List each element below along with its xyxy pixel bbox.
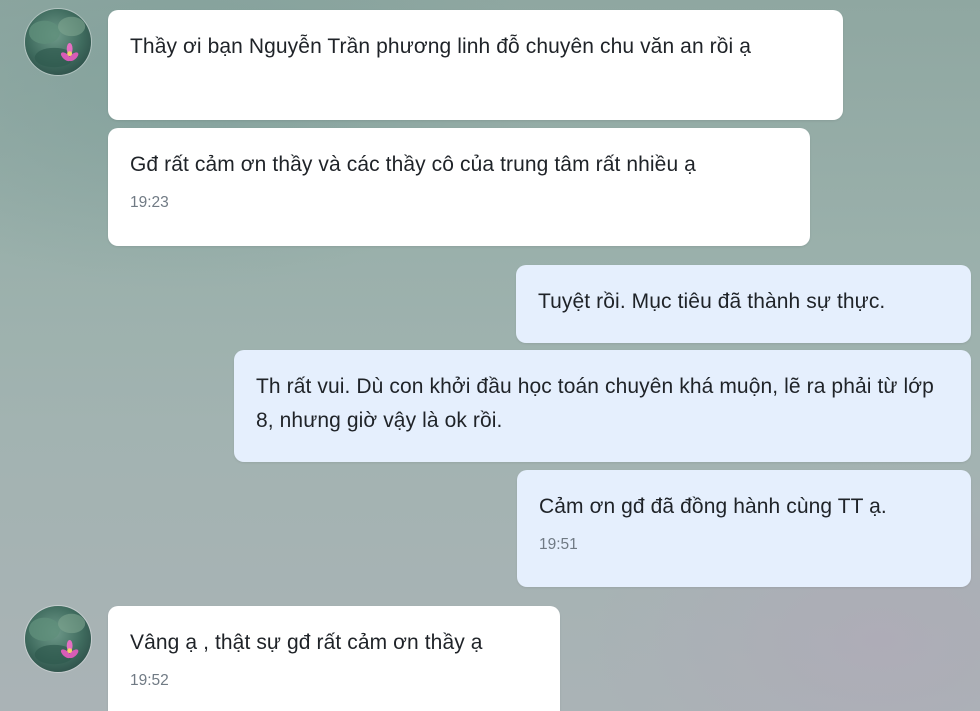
contact-avatar[interactable]: [24, 605, 92, 673]
message-text: Tuyệt rồi. Mục tiêu đã thành sự thực.: [538, 290, 886, 313]
message-bubble-outgoing[interactable]: Th rất vui. Dù con khởi đầu học toán chu…: [234, 350, 971, 462]
message-timestamp: 19:52: [130, 672, 169, 689]
message-text: Gđ rất cảm ơn thầy và các thầy cô của tr…: [130, 153, 696, 176]
message-timestamp: 19:51: [539, 536, 578, 553]
chat-thread: Thầy ơi bạn Nguyễn Trần phương linh đỗ c…: [0, 0, 980, 711]
message-text: Cảm ơn gđ đã đồng hành cùng TT ạ.: [539, 495, 887, 518]
message-bubble-outgoing[interactable]: Cảm ơn gđ đã đồng hành cùng TT ạ. 19:51: [517, 470, 971, 587]
message-bubble-incoming[interactable]: Gđ rất cảm ơn thầy và các thầy cô của tr…: [108, 128, 810, 246]
message-bubble-incoming[interactable]: Vâng ạ , thật sự gđ rất cảm ơn thầy ạ 19…: [108, 606, 560, 711]
lotus-flower-icon: [25, 606, 91, 672]
message-text: Vâng ạ , thật sự gđ rất cảm ơn thầy ạ: [130, 631, 483, 654]
message-bubble-outgoing[interactable]: Tuyệt rồi. Mục tiêu đã thành sự thực.: [516, 265, 971, 343]
message-timestamp: 19:23: [130, 194, 169, 211]
message-text: Thầy ơi bạn Nguyễn Trần phương linh đỗ c…: [130, 35, 752, 58]
lotus-flower-icon: [25, 9, 91, 75]
message-bubble-incoming[interactable]: Thầy ơi bạn Nguyễn Trần phương linh đỗ c…: [108, 10, 843, 120]
contact-avatar[interactable]: [24, 8, 92, 76]
message-text: Th rất vui. Dù con khởi đầu học toán chu…: [256, 375, 934, 432]
